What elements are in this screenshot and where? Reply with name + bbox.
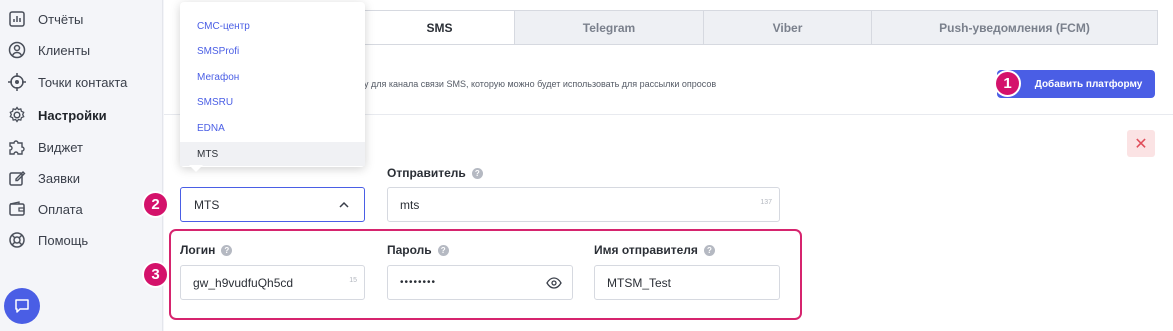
- platform-select-value: MTS: [194, 197, 220, 212]
- sidebar: Отчёты Клиенты Точки контакта Настройки …: [0, 0, 163, 331]
- sidebar-item-payment[interactable]: Оплата: [0, 195, 163, 223]
- dropdown-pointer: [189, 165, 203, 172]
- wallet-icon: [9, 201, 25, 216]
- step-badge-1: 1: [994, 70, 1021, 97]
- sender-name-input[interactable]: MTSM_Test: [594, 265, 780, 300]
- close-icon: ✕: [1134, 135, 1148, 153]
- tab-push-fcm[interactable]: Push-уведомления (FCM): [872, 11, 1157, 44]
- sender-char-counter: 137: [760, 199, 772, 206]
- sidebar-item-label: Оплата: [38, 201, 83, 217]
- sidebar-item-clients[interactable]: Клиенты: [0, 36, 163, 64]
- reports-icon: [9, 11, 25, 27]
- login-label-text: Логин: [180, 243, 216, 257]
- gear-icon: [9, 106, 25, 123]
- delete-platform-button[interactable]: ✕: [1127, 130, 1155, 157]
- sender-name-value: MTSM_Test: [607, 275, 672, 290]
- sidebar-item-label: Настройки: [38, 107, 107, 123]
- user-icon: [8, 41, 26, 59]
- sender-value: mts: [400, 197, 420, 212]
- password-label: Пароль ?: [387, 243, 449, 257]
- sender-name-label: Имя отправителя ?: [594, 243, 715, 257]
- tab-viber[interactable]: Viber: [704, 11, 872, 44]
- dropdown-option[interactable]: Мегафон: [180, 65, 365, 89]
- sidebar-item-label: Заявки: [38, 170, 80, 186]
- sidebar-item-widget[interactable]: Виджет: [0, 133, 163, 161]
- help-icon[interactable]: ?: [221, 244, 233, 256]
- sender-label: Отправитель ?: [387, 166, 483, 180]
- login-label: Логин ?: [180, 243, 233, 257]
- chevron-up-icon: [339, 201, 349, 208]
- sidebar-item-label: Отчёты: [38, 11, 84, 27]
- target-icon: [8, 73, 26, 91]
- dropdown-option[interactable]: SMSProfi: [180, 39, 365, 63]
- sidebar-item-settings[interactable]: Настройки: [0, 101, 163, 129]
- sidebar-item-label: Виджет: [38, 139, 83, 155]
- login-input[interactable]: gw_h9vudfuQh5cd 15: [180, 265, 365, 300]
- sidebar-item-label: Помощь: [38, 232, 89, 248]
- sidebar-item-touchpoints[interactable]: Точки контакта: [0, 68, 163, 96]
- password-label-text: Пароль: [387, 243, 432, 257]
- puzzle-icon: [9, 140, 25, 155]
- help-icon[interactable]: ?: [471, 167, 483, 179]
- platform-select[interactable]: MTS: [180, 187, 365, 222]
- login-value: gw_h9vudfuQh5cd: [193, 275, 294, 290]
- tab-telegram[interactable]: Telegram: [515, 11, 704, 44]
- sender-label-text: Отправитель: [387, 166, 466, 180]
- lifebuoy-icon: [9, 232, 25, 248]
- step-badge-2: 2: [142, 191, 169, 218]
- section-description: у для канала связи SMS, которую можно бу…: [364, 79, 717, 89]
- sidebar-item-help[interactable]: Помощь: [0, 226, 163, 254]
- chat-icon: [15, 299, 29, 313]
- password-input[interactable]: ••••••••: [387, 265, 573, 300]
- sidebar-item-label: Точки контакта: [38, 74, 128, 90]
- sidebar-item-requests[interactable]: Заявки: [0, 164, 163, 192]
- main-content: SMS Telegram Viber Push-уведомления (FCM…: [142, 0, 1173, 331]
- login-char-counter: 15: [349, 277, 357, 284]
- sender-name-label-text: Имя отправителя: [594, 243, 698, 257]
- chat-button[interactable]: [4, 288, 40, 324]
- step-badge-3: 3: [142, 261, 169, 288]
- dropdown-option[interactable]: EDNA: [180, 116, 365, 140]
- tab-sms[interactable]: SMS: [365, 11, 515, 44]
- password-value: ••••••••: [400, 277, 437, 288]
- sidebar-item-label: Клиенты: [38, 42, 91, 58]
- channel-tabs: SMS Telegram Viber Push-уведомления (FCM…: [364, 10, 1158, 45]
- dropdown-option-selected[interactable]: MTS: [180, 142, 365, 166]
- eye-icon[interactable]: [546, 277, 562, 289]
- help-icon[interactable]: ?: [703, 244, 715, 256]
- dropdown-option[interactable]: SMSRU: [180, 90, 365, 114]
- dropdown-option[interactable]: СМС-центр: [180, 14, 365, 38]
- sender-input[interactable]: mts 137: [387, 187, 780, 222]
- edit-icon: [9, 171, 26, 186]
- platform-dropdown: СМС-центр SMSProfi Мегафон SMSRU EDNA MT…: [180, 2, 365, 167]
- sidebar-item-reports[interactable]: Отчёты: [0, 5, 163, 33]
- help-icon[interactable]: ?: [437, 244, 449, 256]
